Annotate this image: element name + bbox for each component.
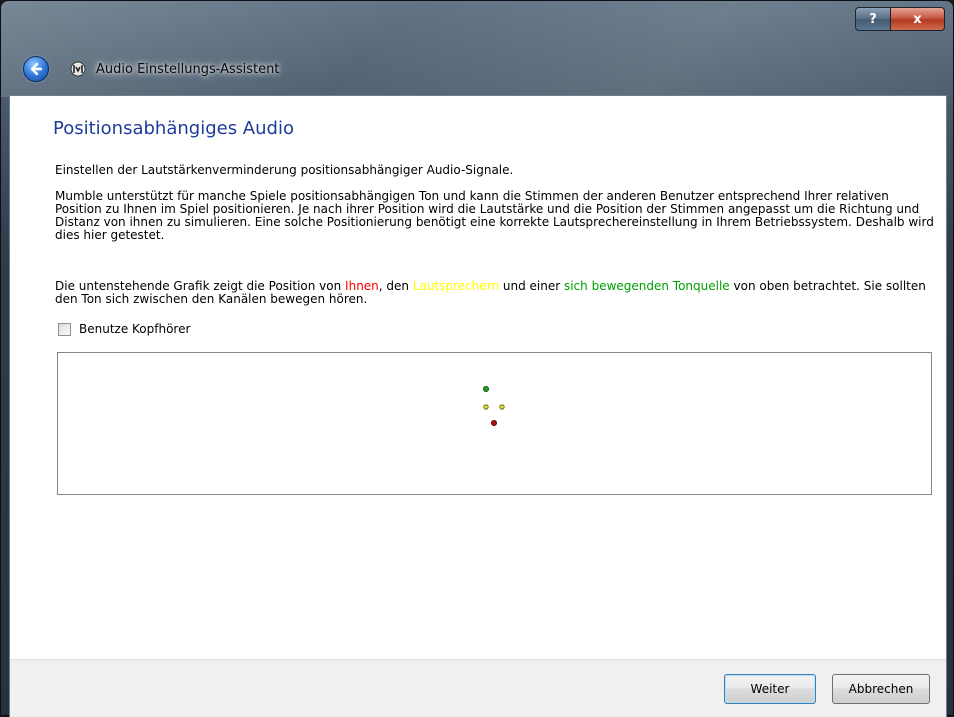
listener-dot [490,420,497,427]
graphic-explanation: Die untenstehende Grafik zeigt die Posit… [55,280,935,306]
position-graphic [57,352,932,495]
speakers-label: Lautsprechern [412,279,500,293]
window-title: Audio Einstellungs-Assistent [96,61,280,77]
page-subtitle: Einstellen der Lautstärkenverminderung p… [55,163,514,177]
headphones-checkbox[interactable] [58,322,71,336]
cancel-button[interactable]: Abbrechen [832,674,930,704]
speaker-left-dot [483,404,489,410]
explanation-sep-1: , den [378,279,413,293]
headphones-option[interactable]: Benutze Kopfhörer [58,322,190,336]
next-button[interactable]: Weiter [724,674,816,704]
description-text: Mumble unterstützt für manche Spiele pos… [55,189,934,242]
wizard-footer: Weiter Abbrechen [10,659,946,717]
position-graphic-canvas [482,386,505,427]
caption-buttons: ? x [855,7,945,31]
help-button[interactable]: ? [855,7,891,31]
page-title: Positionsabhängiges Audio [53,118,294,139]
mumble-logo-icon [69,60,87,78]
you-label: Ihnen [345,279,379,293]
headphones-label[interactable]: Benutze Kopfhörer [79,322,190,336]
wizard-content: Positionsabhängiges Audio Einstellen der… [9,95,947,717]
sound-source-label: sich bewegenden Tonquelle [563,279,730,293]
speaker-right-dot [499,404,505,410]
back-button[interactable] [23,56,49,82]
explanation-part-1: Die untenstehende Grafik zeigt die Posit… [55,279,346,293]
explanation-sep-2: und einer [499,279,564,293]
close-icon: x [913,11,922,27]
close-button[interactable]: x [891,7,945,31]
back-arrow-icon [30,62,43,76]
moving-source-dot [482,386,489,393]
wizard-window: ? x Audio Einstellungs-Assistent Positio… [0,0,954,717]
title-bar: Audio Einstellungs-Assistent [23,55,279,83]
